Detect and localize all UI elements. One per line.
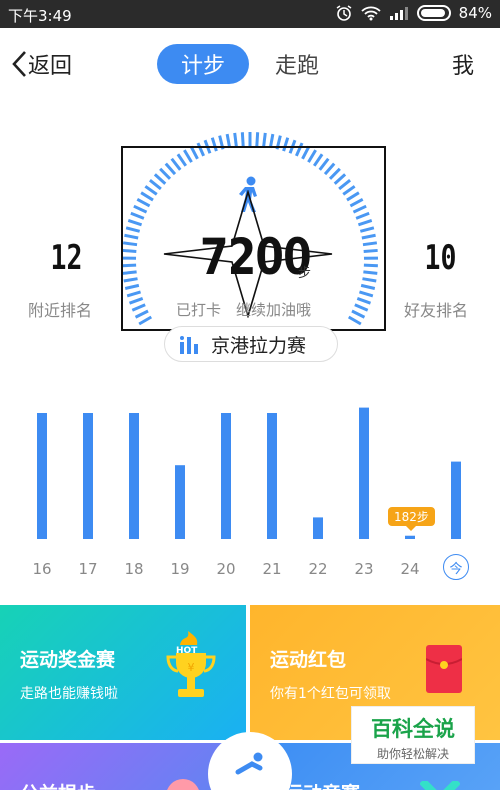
tab-steps[interactable]: 计步 xyxy=(157,44,249,84)
tick-label-16: 16 xyxy=(32,560,51,578)
gauge-tick xyxy=(240,132,245,147)
charity-title: 公益捐步 xyxy=(20,779,96,790)
bar-day-19[interactable] xyxy=(175,465,185,539)
bonus-race-subtitle: 走路也能赚钱啦 xyxy=(20,686,118,702)
step-unit: 步 xyxy=(298,266,312,281)
bar-day-20[interactable] xyxy=(221,413,231,539)
tick-label-19: 19 xyxy=(170,560,189,578)
bar-day-17[interactable] xyxy=(83,413,93,539)
gauge-tick xyxy=(233,132,238,147)
checked-in-label: 已打卡 xyxy=(176,301,222,319)
me-button[interactable]: 我 xyxy=(452,48,474,80)
status-time: 下午3:49 xyxy=(8,7,72,25)
step-count: 7200 xyxy=(200,228,312,286)
chart-canvas: 16 17 18 19 20 21 22 23 24 xyxy=(32,407,461,578)
bar-day-24[interactable] xyxy=(405,535,415,539)
red-packet-icon xyxy=(426,645,462,693)
svg-text:¥: ¥ xyxy=(188,661,195,674)
tick-label-18: 18 xyxy=(124,560,143,578)
red-packet-title: 运动红包 xyxy=(270,649,347,671)
tick-label-23: 23 xyxy=(354,560,373,578)
tick-label-today[interactable]: 今 xyxy=(443,554,469,580)
bar-day-18[interactable] xyxy=(129,413,139,539)
bar-day-16[interactable] xyxy=(37,413,47,539)
gauge-tick xyxy=(255,132,260,147)
wifi-icon xyxy=(361,6,381,21)
tick-label-20: 20 xyxy=(216,560,235,578)
top-nav: 返回 计步 走跑 我 xyxy=(0,28,500,100)
back-button[interactable]: 返回 xyxy=(10,48,72,80)
signal-icon xyxy=(389,7,408,20)
bar-chart-icon xyxy=(180,336,198,354)
tab-run[interactable]: 走跑 xyxy=(262,44,332,84)
trophy-icon: ¥ xyxy=(166,631,216,697)
status-bar: 下午3:49 84% xyxy=(0,0,500,28)
friend-rank-label[interactable]: 好友排名 xyxy=(404,297,468,321)
bonus-race-card[interactable]: 运动奖金赛 走路也能赚钱啦 ¥ HOT xyxy=(0,605,246,740)
bar-day-22[interactable] xyxy=(313,517,323,539)
nearby-rank-label[interactable]: 附近排名 xyxy=(28,297,92,321)
runner-icon xyxy=(235,752,263,775)
tick-label-21: 21 xyxy=(262,560,281,578)
weekly-steps-chart: 16 17 18 19 20 21 22 23 24 今 182步 xyxy=(0,380,500,590)
chevron-left-icon xyxy=(12,51,26,77)
bonus-race-title: 运动奖金赛 xyxy=(20,649,116,671)
watermark: 百科全说 助你轻松解决 xyxy=(351,706,475,764)
x-shape-icon xyxy=(420,781,460,790)
competition-title: 运动竞赛 xyxy=(284,779,360,790)
nearby-rank-value[interactable]: 12 xyxy=(51,238,83,278)
tick-label-22: 22 xyxy=(308,560,327,578)
charity-icon xyxy=(166,779,200,790)
bar-day-21[interactable] xyxy=(267,413,277,539)
bar-day-今[interactable] xyxy=(451,461,461,539)
friend-rank-value[interactable]: 10 xyxy=(425,238,457,278)
race-button[interactable]: 京港拉力赛 xyxy=(164,326,338,362)
battery-level: 84% xyxy=(458,4,492,22)
red-packet-subtitle: 你有1个红包可领取 xyxy=(270,686,391,702)
battery-icon xyxy=(416,5,451,21)
gauge-tick xyxy=(262,132,267,147)
race-label: 京港拉力赛 xyxy=(211,334,307,357)
back-label: 返回 xyxy=(28,54,73,79)
hot-badge: HOT xyxy=(176,646,198,656)
watermark-subtitle: 助你轻松解决 xyxy=(376,747,449,761)
tick-label-24: 24 xyxy=(400,560,419,578)
alarm-icon xyxy=(336,5,352,21)
bar-day-23[interactable] xyxy=(359,407,369,539)
tick-label-17: 17 xyxy=(78,560,97,578)
watermark-title: 百科全说 xyxy=(371,717,455,741)
center-run-button[interactable] xyxy=(208,732,292,790)
status-icons: 84% xyxy=(335,4,492,22)
step-tooltip: 182步 xyxy=(388,507,435,531)
encourage-text: 继续加油哦 xyxy=(236,301,312,319)
